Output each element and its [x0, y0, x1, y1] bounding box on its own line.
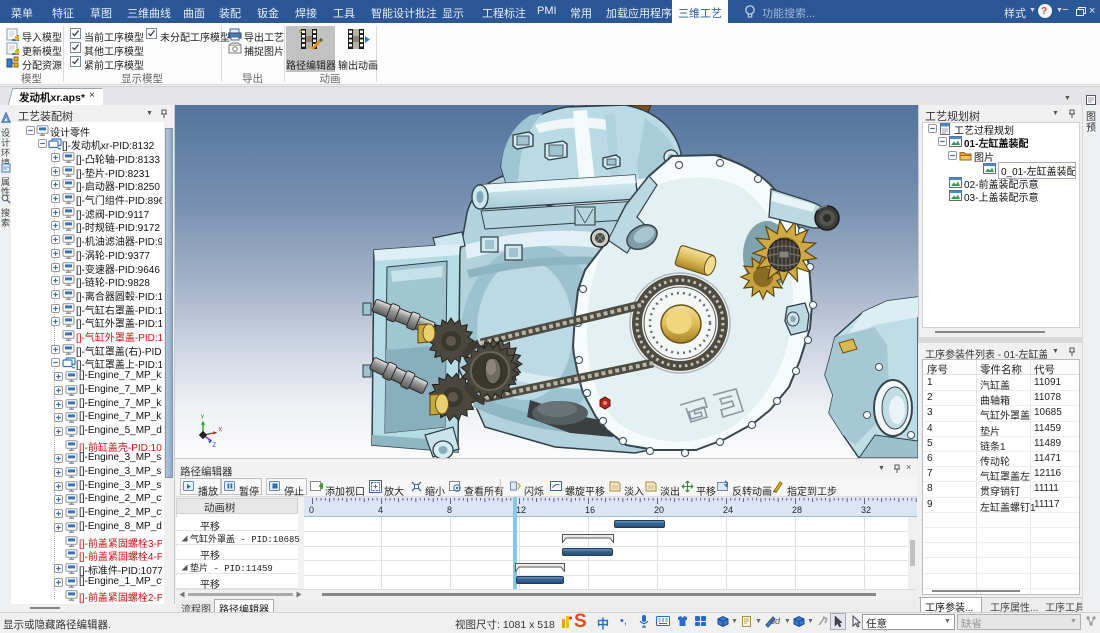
- svg-text:Z: Z: [212, 443, 216, 449]
- svg-text:Y: Y: [200, 415, 204, 421]
- svg-text:X: X: [218, 428, 222, 434]
